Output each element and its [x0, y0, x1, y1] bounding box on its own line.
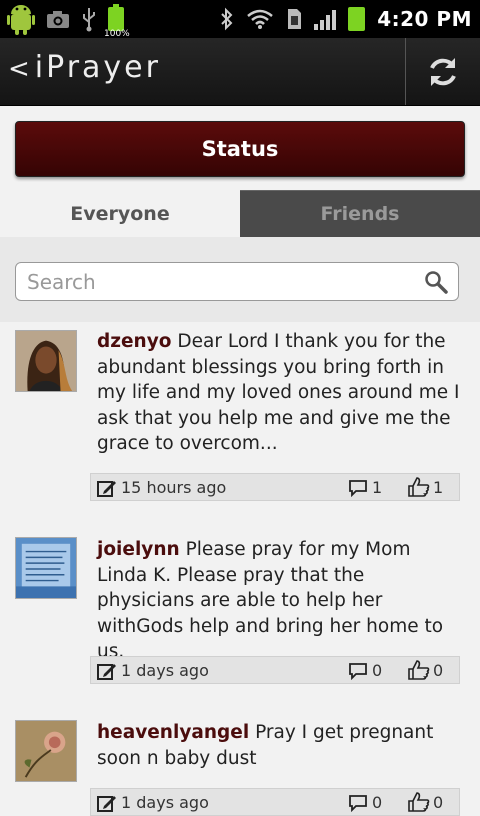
- avatar[interactable]: [15, 720, 77, 782]
- post-time-text: 1 days ago: [121, 661, 209, 680]
- like-count-text: 0: [433, 660, 444, 680]
- app-title-text: iPrayer: [34, 50, 161, 85]
- post-meta-bar: 1 days ago 0 0: [90, 788, 460, 816]
- android-icon: [7, 5, 35, 35]
- refresh-icon: [430, 57, 456, 86]
- back-chevron-icon[interactable]: <: [8, 54, 33, 84]
- tab-friends[interactable]: Friends: [240, 190, 480, 237]
- edit-icon: [97, 480, 116, 497]
- tab-everyone[interactable]: Everyone: [0, 190, 240, 237]
- comment-count[interactable]: 1: [348, 478, 382, 497]
- thumbs-up-icon: [408, 792, 430, 812]
- search-area: [0, 237, 480, 322]
- like-count[interactable]: 1: [408, 477, 443, 497]
- comment-count[interactable]: 0: [348, 661, 382, 680]
- camera-icon: [47, 11, 69, 28]
- search-icon[interactable]: [424, 270, 448, 294]
- edit-icon: [97, 663, 116, 680]
- like-count-text: 0: [433, 792, 444, 812]
- like-count-text: 1: [433, 477, 444, 497]
- comment-count-text: 0: [372, 793, 383, 812]
- post-time: 1 days ago: [97, 793, 209, 812]
- edit-icon: [97, 795, 116, 812]
- like-count[interactable]: 0: [408, 792, 443, 812]
- thumbs-up-icon: [408, 477, 430, 497]
- app-title[interactable]: <iPrayer: [8, 50, 161, 85]
- notification-icons: 100%: [6, 2, 130, 39]
- post-text: joielynn Please pray for my Mom Linda K.…: [97, 537, 465, 665]
- battery-full-icon: 100%: [104, 4, 130, 39]
- comment-icon: [349, 794, 367, 812]
- status-button[interactable]: Status: [15, 121, 465, 177]
- search-box[interactable]: [15, 262, 459, 301]
- refresh-button[interactable]: [405, 38, 480, 105]
- post-username[interactable]: heavenlyangel: [97, 722, 249, 743]
- system-icons: 4:20 PM: [220, 0, 472, 38]
- post-username[interactable]: dzenyo: [97, 331, 172, 352]
- post-username[interactable]: joielynn: [97, 539, 180, 560]
- usb-icon: [83, 8, 95, 32]
- status-bar: 100% 4:20 PM: [0, 0, 480, 39]
- comment-count-text: 1: [372, 478, 383, 497]
- search-input[interactable]: [25, 268, 409, 296]
- post-time-text: 1 days ago: [121, 793, 209, 812]
- clock: 4:20 PM: [377, 7, 472, 31]
- comment-count[interactable]: 0: [348, 793, 382, 812]
- post-time: 15 hours ago: [97, 478, 226, 497]
- bluetooth-icon: [221, 7, 233, 31]
- feed-tabs: Everyone Friends: [0, 190, 480, 237]
- post-time-text: 15 hours ago: [121, 478, 227, 497]
- post-text: heavenlyangel Pray I get pregnant soon n…: [97, 720, 465, 771]
- post-meta-bar: 1 days ago 0 0: [90, 656, 460, 684]
- post-text: dzenyo Dear Lord I thank you for the abu…: [97, 329, 465, 457]
- app-bar: <iPrayer: [0, 38, 480, 106]
- signal-icon: [314, 8, 337, 30]
- avatar[interactable]: [15, 537, 77, 599]
- post-time: 1 days ago: [97, 661, 209, 680]
- post-meta-bar: 15 hours ago 1 1: [90, 473, 460, 501]
- comment-icon: [349, 479, 367, 497]
- thumbs-up-icon: [408, 660, 430, 680]
- battery-icon: [348, 7, 366, 31]
- comment-count-text: 0: [372, 661, 383, 680]
- like-count[interactable]: 0: [408, 660, 443, 680]
- wifi-icon: [247, 9, 274, 29]
- comment-icon: [349, 662, 367, 680]
- sd-card-icon: [288, 9, 302, 29]
- avatar[interactable]: [15, 330, 77, 392]
